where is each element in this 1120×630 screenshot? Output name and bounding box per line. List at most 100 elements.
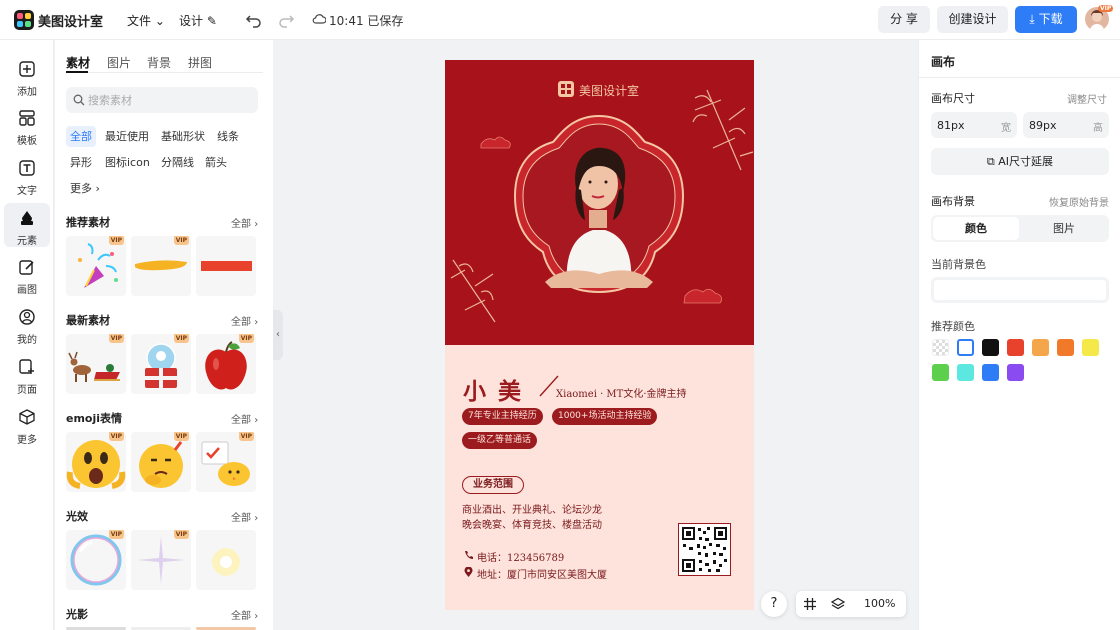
swatch-blue[interactable] [982,364,999,381]
swatch-purple[interactable] [1007,364,1024,381]
restore-bg-link[interactable]: 恢复原始背景 [1049,194,1109,209]
chip-icons[interactable]: 图标icon [101,152,154,173]
download-button[interactable]: ⤓ 下载 [1015,6,1077,33]
tab-backgrounds[interactable]: 背景 [147,54,171,71]
chip-basic-shapes[interactable]: 基础形状 [157,126,209,147]
rail-label-more: 更多 [17,435,37,446]
card-decor [450,81,754,323]
asset-tile[interactable] [196,236,256,296]
app-logo[interactable] [14,10,34,30]
segment-image[interactable]: 图片 [1021,217,1107,240]
swatch-orange[interactable] [1057,339,1074,356]
section-all-label: 全部 [231,415,251,426]
zoom-level[interactable]: 100% [864,597,895,610]
width-field[interactable]: 宽 [931,112,1017,138]
create-design-button[interactable]: 创建设计 [937,6,1008,33]
ai-extend-button[interactable]: ⧉ AI尺寸延展 [931,148,1109,175]
chip-more-label: 更多 [70,182,92,195]
chip-all[interactable]: 全部 [66,126,96,147]
chip-irregular[interactable]: 异形 [66,152,96,173]
box-icon [19,409,35,425]
tab-images[interactable]: 图片 [107,54,131,71]
vip-badge: VIP [1098,5,1114,12]
chip-dividers[interactable]: 分隔线 [157,152,198,173]
asset-tile[interactable]: VIP [66,530,126,590]
swatch-yellow[interactable] [1082,339,1099,356]
asset-tile[interactable]: VIP [66,236,126,296]
rail-pages[interactable]: 页面 [4,352,50,396]
rail-draw[interactable]: 画图 [4,252,50,296]
vip-tag: VIP [108,432,124,441]
card-tag: 1000+场活动主持经验 [552,408,658,425]
width-input[interactable] [937,112,992,138]
rail-more[interactable]: 更多 [4,402,50,446]
asset-tile[interactable]: VIP [66,432,126,492]
card-phone: 电话：123456789 [477,553,565,564]
section-all-recommended[interactable]: 全部 › [231,215,258,230]
chevron-right-icon: › [254,317,259,328]
rail-mine[interactable]: 我的 [4,302,50,346]
asset-tile[interactable]: VIP [131,530,191,590]
panel-divider [919,77,1120,78]
swatch-black[interactable] [982,339,999,356]
asset-tile[interactable]: VIP [131,432,191,492]
help-button[interactable]: ? [761,591,787,617]
chip-lines[interactable]: 线条 [213,126,243,147]
glow-icon [212,548,240,576]
asset-tile[interactable]: VIP [66,334,126,394]
undo-icon[interactable] [244,10,264,30]
template-icon [19,110,35,126]
collapse-panel-handle[interactable]: ‹ [273,310,283,360]
height-input[interactable] [1029,112,1084,138]
tab-materials[interactable]: 素材 [66,54,90,71]
segment-color[interactable]: 颜色 [933,217,1019,240]
asset-tile[interactable]: VIP [196,432,256,492]
swatch-red[interactable] [1007,339,1024,356]
asset-tile[interactable]: VIP [131,334,191,394]
asset-tile[interactable]: VIP [131,236,191,296]
height-field[interactable]: 高 [1023,112,1109,138]
card-scope-line: 商业酒出、开业典礼、论坛沙龙 [462,505,602,516]
properties-panel: 画布 画布尺寸 调整尺寸 宽 高 ⧉ AI尺寸延展 画布背景 恢复原始背景 颜色… [918,40,1120,630]
rail-label-add: 添加 [17,87,37,98]
current-bg-swatch[interactable] [931,277,1109,303]
section-all-latest[interactable]: 全部 › [231,313,258,328]
swatch-green[interactable] [932,364,949,381]
shapes-icon [21,211,33,225]
card-subtitle: Xiaomei · MT文化·金牌主持 [556,389,687,400]
asset-tile[interactable] [196,530,256,590]
rail-elements[interactable]: 元素 [4,203,50,247]
layers-icon[interactable] [831,597,845,611]
tab-collage[interactable]: 拼图 [188,54,212,71]
search-input[interactable] [88,87,248,113]
resize-link[interactable]: 调整尺寸 [1067,91,1107,106]
design-canvas[interactable]: 美图设计室 小 美 Xiaomei · MT文化·金牌主持 7年专业主持经历 1… [445,60,754,610]
swatch-cyan[interactable] [957,364,974,381]
section-title-latest: 最新素材 [66,314,110,327]
section-all-light[interactable]: 全部 › [231,509,258,524]
chevron-right-icon: › [254,611,259,622]
section-all-shadow[interactable]: 全部 › [231,607,258,622]
vip-tag: VIP [173,432,189,441]
rail-add[interactable]: 添加 [4,54,50,98]
file-menu[interactable]: 文件 ⌄ [127,12,165,29]
chip-arrows[interactable]: 箭头 [201,152,231,173]
chip-more[interactable]: 更多 › [66,178,104,199]
section-all-emoji[interactable]: 全部 › [231,411,258,426]
rail-templates[interactable]: 模板 [4,103,50,147]
rail-label-templates: 模板 [17,136,37,147]
swatch-white[interactable] [957,339,974,356]
rail-text[interactable]: 文字 [4,153,50,197]
asset-tile[interactable]: VIP [196,334,256,394]
chip-recent[interactable]: 最近使用 [101,126,153,147]
swatch-light-orange[interactable] [1032,339,1049,356]
design-menu-label: 设计 [179,14,204,28]
save-status: 10:41 已保存 [329,14,404,28]
redo-icon[interactable] [276,10,296,30]
swatch-transparent[interactable] [932,339,949,356]
share-button[interactable]: 分 享 [878,6,930,33]
design-menu[interactable]: 设计 ✎ [179,12,217,29]
chick-checklist-icon [201,441,250,486]
search-box[interactable] [66,87,258,113]
grid-icon[interactable] [803,597,817,611]
